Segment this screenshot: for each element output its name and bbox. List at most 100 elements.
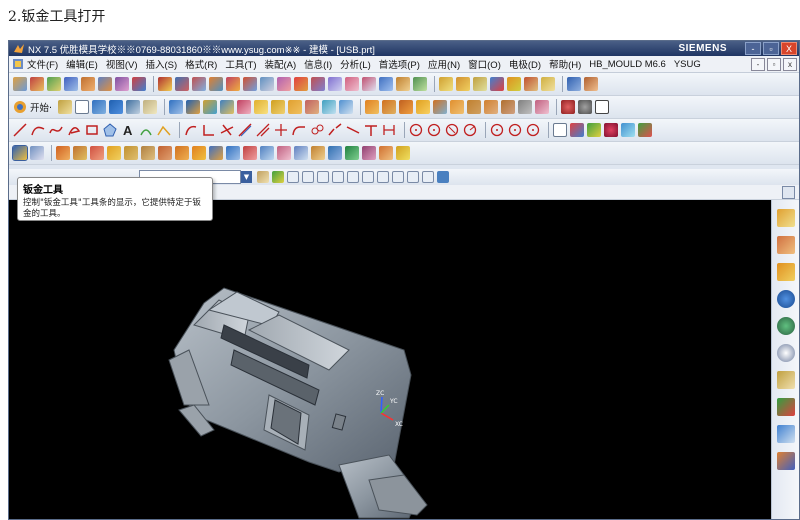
circle-icon[interactable] xyxy=(409,123,423,137)
mold-base-icon[interactable] xyxy=(484,100,499,114)
section-curve-icon[interactable] xyxy=(238,123,252,137)
menu-help[interactable]: 帮助(H) xyxy=(549,57,581,71)
convert-sheet-metal-icon[interactable] xyxy=(328,146,342,160)
chain-icon[interactable] xyxy=(310,123,324,137)
close-button[interactable]: X xyxy=(781,42,797,55)
unbend-icon[interactable] xyxy=(175,146,189,160)
assembly-navigator-icon[interactable] xyxy=(58,100,73,114)
surface-icon[interactable] xyxy=(47,77,61,91)
chamfer-icon[interactable] xyxy=(271,100,286,114)
point-icon[interactable] xyxy=(439,77,453,91)
arc-center-snap-icon[interactable] xyxy=(347,171,359,183)
bead-icon[interactable] xyxy=(345,146,359,160)
arc-center-icon[interactable] xyxy=(490,123,504,137)
extract-curve-icon[interactable] xyxy=(256,123,270,137)
minimize-button[interactable]: - xyxy=(745,42,761,55)
groove-icon[interactable] xyxy=(413,77,427,91)
menu-file[interactable]: 文件(F) xyxy=(27,57,58,71)
pattern-face-icon[interactable] xyxy=(175,77,189,91)
measure-icon[interactable] xyxy=(541,77,555,91)
diamond-icon[interactable] xyxy=(638,123,652,137)
menu-assembly[interactable]: 装配(A) xyxy=(265,57,297,71)
mold-csys-icon[interactable] xyxy=(399,100,414,114)
shaded-icon[interactable] xyxy=(561,100,576,114)
doc-restore-button[interactable]: ▫ xyxy=(767,57,781,71)
edit-parameters-icon[interactable] xyxy=(364,123,378,137)
assembly-navigator-tab-icon[interactable] xyxy=(776,209,795,227)
edit-feature-icon[interactable] xyxy=(30,77,44,91)
sheet-metal-prefs-icon[interactable] xyxy=(379,146,393,160)
reuse-icon[interactable] xyxy=(260,77,274,91)
render-style-icon[interactable] xyxy=(578,100,593,114)
tab-icon[interactable] xyxy=(56,146,70,160)
web-browser-tab-icon[interactable] xyxy=(776,317,795,335)
intersection-point-icon[interactable] xyxy=(332,171,344,183)
combined-curve-icon[interactable] xyxy=(202,123,216,137)
sheet-metal-tools-icon[interactable] xyxy=(12,145,28,161)
line-icon[interactable] xyxy=(13,123,27,137)
boss-icon[interactable] xyxy=(345,77,359,91)
save-icon[interactable] xyxy=(109,100,124,114)
datum-plane-icon[interactable] xyxy=(456,77,470,91)
menu-view[interactable]: 视图(V) xyxy=(106,57,138,71)
circle-radius-icon[interactable] xyxy=(463,123,477,137)
thread-icon[interactable] xyxy=(328,77,342,91)
snap-point-icon[interactable] xyxy=(570,123,584,137)
drawn-cutout-icon[interactable] xyxy=(277,146,291,160)
mold-wizard-icon[interactable] xyxy=(365,100,380,114)
workpiece-icon[interactable] xyxy=(433,100,448,114)
project-init-icon[interactable] xyxy=(382,100,397,114)
revolve-icon[interactable] xyxy=(203,100,218,114)
rebend-icon[interactable] xyxy=(192,146,206,160)
cut-face-icon[interactable] xyxy=(226,77,240,91)
solid-punch-icon[interactable] xyxy=(396,146,410,160)
undo-icon[interactable] xyxy=(126,100,141,114)
slider-icon[interactable] xyxy=(535,100,550,114)
sheet-metal-flange-icon[interactable] xyxy=(30,146,44,160)
mirror-face-icon[interactable] xyxy=(192,77,206,91)
bend-icon[interactable] xyxy=(107,146,121,160)
layout-icon[interactable] xyxy=(584,77,598,91)
offset-curve-icon[interactable] xyxy=(139,123,153,137)
system-materials-tab-icon[interactable] xyxy=(776,371,795,389)
sync-model-icon[interactable] xyxy=(64,77,78,91)
existing-point-icon[interactable] xyxy=(377,171,389,183)
project-curve-icon[interactable] xyxy=(184,123,198,137)
menu-edit[interactable]: 编辑(E) xyxy=(66,57,98,71)
app-menu-icon[interactable] xyxy=(12,58,24,70)
sketch-icon[interactable] xyxy=(507,77,521,91)
end-point-icon[interactable] xyxy=(287,171,299,183)
menu-hb-mould[interactable]: HB_MOULD M6.6 xyxy=(589,59,666,70)
point-on-curve-icon[interactable] xyxy=(392,171,404,183)
menu-preferences[interactable]: 首选项(P) xyxy=(379,57,420,71)
break-corner-icon[interactable] xyxy=(311,146,325,160)
menu-window[interactable]: 窗口(O) xyxy=(468,57,501,71)
bounded-grid-icon[interactable] xyxy=(422,171,434,183)
break-curve-icon[interactable] xyxy=(328,123,342,137)
slot-icon[interactable] xyxy=(396,77,410,91)
lofted-flange-icon[interactable] xyxy=(90,146,104,160)
jog-icon[interactable] xyxy=(124,146,138,160)
constraint-navigator-tab-icon[interactable] xyxy=(776,236,795,254)
title-bar[interactable]: NX 7.5 优胜模具学校※※0769-88031860※※www.ysug.c… xyxy=(9,41,799,56)
hole-icon[interactable] xyxy=(311,77,325,91)
doc-close-button[interactable]: x xyxy=(783,57,797,71)
show-hide-icon[interactable] xyxy=(604,123,618,137)
paste-face-icon[interactable] xyxy=(243,77,257,91)
history-tab-icon[interactable] xyxy=(776,344,795,362)
flat-solid-icon[interactable] xyxy=(226,146,240,160)
start-menu-label[interactable]: 开始· xyxy=(30,100,52,114)
new-file-icon[interactable] xyxy=(75,100,90,114)
group-face-icon[interactable] xyxy=(277,77,291,91)
circle-3pt-icon[interactable] xyxy=(427,123,441,137)
unite-icon[interactable] xyxy=(220,100,235,114)
text-icon[interactable]: A xyxy=(121,123,135,137)
cylinder-icon[interactable] xyxy=(143,100,158,114)
process-studio-tab-icon[interactable] xyxy=(776,398,795,416)
color-icon[interactable] xyxy=(621,123,635,137)
extend-curve-icon[interactable] xyxy=(346,123,360,137)
layout-cavity-icon[interactable] xyxy=(450,100,465,114)
hem-flange-icon[interactable] xyxy=(141,146,155,160)
fillet-curve-icon[interactable] xyxy=(292,123,306,137)
chevron-down-icon[interactable]: ▼ xyxy=(241,171,252,183)
